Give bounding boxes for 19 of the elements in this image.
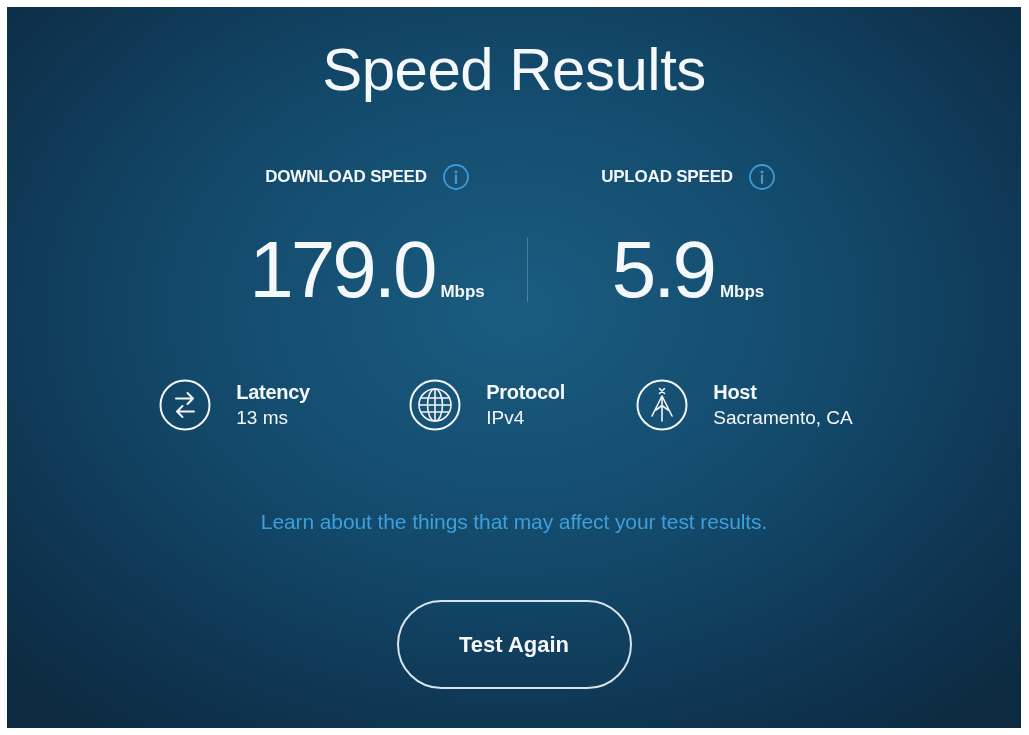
globe-icon: [409, 379, 462, 431]
speed-value: 5.9: [611, 230, 714, 310]
detail-label: Protocol: [486, 380, 565, 405]
info-icon[interactable]: [748, 164, 775, 190]
speed-unit: Mbps: [719, 282, 765, 302]
tower-icon: [636, 379, 689, 431]
detail-value: 13 ms: [236, 406, 290, 430]
arrows-swap-icon: [159, 379, 212, 431]
info-icon[interactable]: [442, 164, 469, 190]
detail-value: IPv4: [486, 406, 526, 430]
speed-label: UPLOAD SPEED: [601, 167, 733, 187]
speed-unit: Mbps: [440, 282, 485, 302]
detail-label: Latency: [236, 380, 310, 405]
speed-value: 179.0: [249, 230, 435, 310]
page-title: Speed Results: [322, 35, 706, 105]
detail-label: Host: [713, 380, 758, 405]
speed-label: DOWNLOAD SPEED: [265, 167, 427, 187]
test-again-button[interactable]: Test Again: [396, 600, 632, 689]
detail-value: Sacramento, CA: [713, 406, 853, 430]
